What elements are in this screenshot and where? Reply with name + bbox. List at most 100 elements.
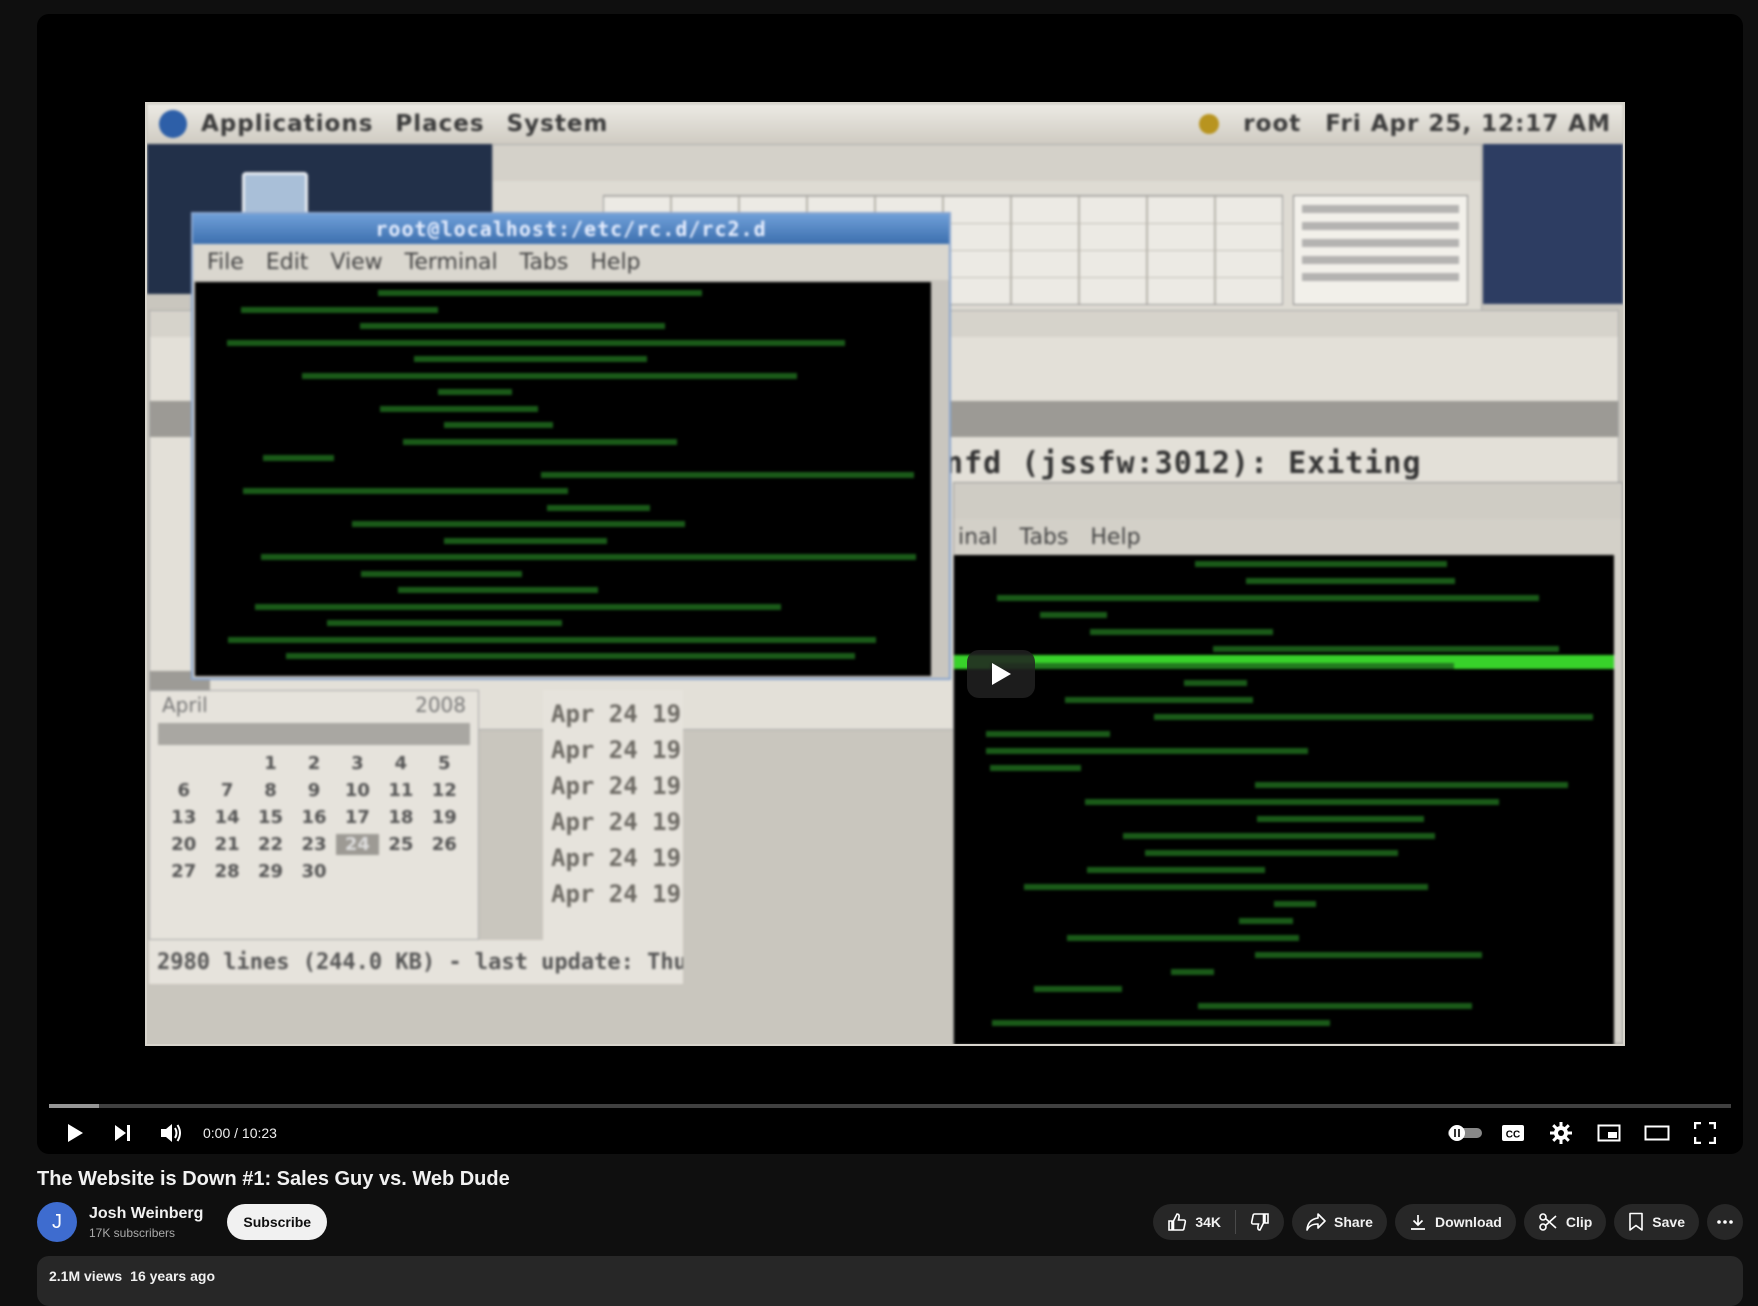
terminal-text-line [1087, 867, 1265, 873]
terminal-text-line [380, 405, 538, 412]
calendar-day: 10 [344, 780, 370, 801]
log-date: Apr 24 19 [551, 808, 682, 836]
view-count: 2.1M views [49, 1268, 123, 1284]
calendar-day: 2 [307, 753, 321, 774]
video-title: The Website is Down #1: Sales Guy vs. We… [37, 1168, 510, 1190]
calendar-widget: April 2008 1 2 3 4 5 6 7 8 9 10 11 12 13 14 15 16 17 18 19… [149, 690, 479, 940]
graph-legend [1293, 195, 1468, 305]
frame-user: root [1243, 111, 1302, 137]
download-button[interactable]: Download [1394, 1204, 1516, 1240]
terminal-text-line [1255, 952, 1482, 958]
terminal-text-line [444, 537, 607, 544]
next-button[interactable] [99, 1112, 147, 1154]
mute-button[interactable] [147, 1112, 195, 1154]
autoplay-toggle[interactable] [1441, 1112, 1489, 1154]
terminal-text-line [302, 372, 797, 379]
terminal-text-line [1154, 714, 1593, 720]
calendar-day: 12 [431, 780, 457, 801]
log-date: Apr 24 19 [551, 700, 682, 728]
terminal-window: root@localhost:/etc/rc.d/rc2.d File Edit… [191, 212, 951, 680]
save-button[interactable]: Save [1614, 1204, 1699, 1240]
calendar-day: 22 [258, 834, 284, 855]
calendar-day: 3 [351, 753, 364, 774]
terminal-text-line [352, 521, 685, 527]
calendar-day: 8 [264, 780, 277, 801]
terminal-text-line [1123, 833, 1435, 839]
calendar-day: 9 [307, 780, 321, 801]
terminal-text-line [243, 488, 568, 494]
terminal-text-line [1195, 561, 1447, 567]
video-frame[interactable]: Applications Places System root Fri Apr … [145, 102, 1625, 1046]
top-terminal-menu-tabs: Tabs [1019, 524, 1069, 550]
volume-icon [161, 1124, 181, 1142]
captions-button[interactable]: CC [1489, 1112, 1537, 1154]
top-terminal-menu-help: Help [1090, 524, 1141, 550]
video-player[interactable]: Applications Places System root Fri Apr … [37, 14, 1743, 1154]
action-buttons: 34K Share Download Clip Save [1153, 1204, 1743, 1240]
calendar-day: 21 [214, 834, 240, 855]
bookmark-icon [1629, 1212, 1644, 1231]
like-button[interactable]: 34K [1153, 1204, 1235, 1240]
terminal-text-line [1065, 697, 1253, 703]
svg-text:CC: CC [1506, 1130, 1520, 1141]
terminal-text-line [1198, 1003, 1472, 1009]
avatar[interactable]: J [37, 1202, 77, 1242]
share-button[interactable]: Share [1292, 1204, 1387, 1240]
calendar-weekday-row [158, 723, 470, 745]
terminal-text-line [241, 306, 438, 313]
terminal-text-line [1040, 612, 1107, 618]
frame-clock: Fri Apr 25, 12:17 AM [1325, 111, 1611, 137]
fullscreen-button[interactable] [1681, 1112, 1729, 1154]
terminal-text-line [1171, 969, 1214, 975]
download-label: Download [1434, 1214, 1502, 1230]
thumbs-up-icon [1168, 1213, 1187, 1231]
calendar-day: 25 [388, 834, 414, 855]
share-icon [1306, 1213, 1326, 1231]
terminal-screen [195, 282, 931, 676]
calendar-day: 5 [438, 753, 451, 774]
progress-bar[interactable] [49, 1104, 1731, 1108]
frame-menubar: Applications Places System root Fri Apr … [147, 104, 1623, 144]
terminal-text-line [261, 554, 916, 560]
miniplayer-button[interactable] [1585, 1112, 1633, 1154]
play-icon [992, 663, 1011, 685]
time-separator: / [230, 1125, 242, 1141]
play-button[interactable] [51, 1112, 99, 1154]
channel-info: Josh Weinberg 17K subscribers [89, 1205, 203, 1240]
clip-button[interactable]: Clip [1523, 1204, 1607, 1240]
dislike-button[interactable] [1236, 1204, 1284, 1240]
clip-label: Clip [1565, 1214, 1593, 1230]
channel-name[interactable]: Josh Weinberg [89, 1205, 203, 1223]
calendar-day: 14 [214, 807, 240, 828]
terminal-text-line [1239, 918, 1293, 924]
terminal-menu-edit: Edit [265, 249, 309, 275]
terminal-menu-file: File [207, 249, 244, 275]
log-date: Apr 24 19 [551, 844, 682, 872]
terminal-menu-terminal: Terminal [404, 249, 498, 275]
log-date: Apr 24 19 [551, 736, 682, 764]
description-box[interactable]: 2.1M views 16 years ago [37, 1256, 1743, 1306]
calendar-day: 1 [264, 753, 277, 774]
settings-button[interactable] [1537, 1112, 1585, 1154]
theater-mode-button[interactable] [1633, 1112, 1681, 1154]
calendar-month: April [162, 693, 208, 717]
more-actions-button[interactable] [1707, 1204, 1743, 1240]
terminal-text-line [438, 389, 512, 395]
terminal-text-line [986, 748, 1308, 754]
calendar-header: April 2008 [150, 691, 478, 719]
calendar-day: 28 [214, 861, 240, 882]
calendar-day: 18 [388, 807, 414, 828]
calendar-day: 29 [258, 861, 284, 882]
large-play-button[interactable] [967, 650, 1035, 698]
terminal-text-line [986, 731, 1110, 737]
fullscreen-icon [1694, 1122, 1716, 1144]
terminal-text-line [398, 587, 598, 593]
terminal-text-line [992, 1020, 1330, 1026]
subscribe-button[interactable]: Subscribe [227, 1204, 328, 1240]
calendar-day: 13 [171, 807, 197, 828]
terminal-text-line [1067, 935, 1299, 941]
terminal-text-line [327, 620, 562, 626]
terminal-text-line [1090, 629, 1273, 635]
terminal-text-line [1145, 850, 1398, 856]
terminal-menubar: File Edit View Terminal Tabs Help [193, 244, 949, 280]
